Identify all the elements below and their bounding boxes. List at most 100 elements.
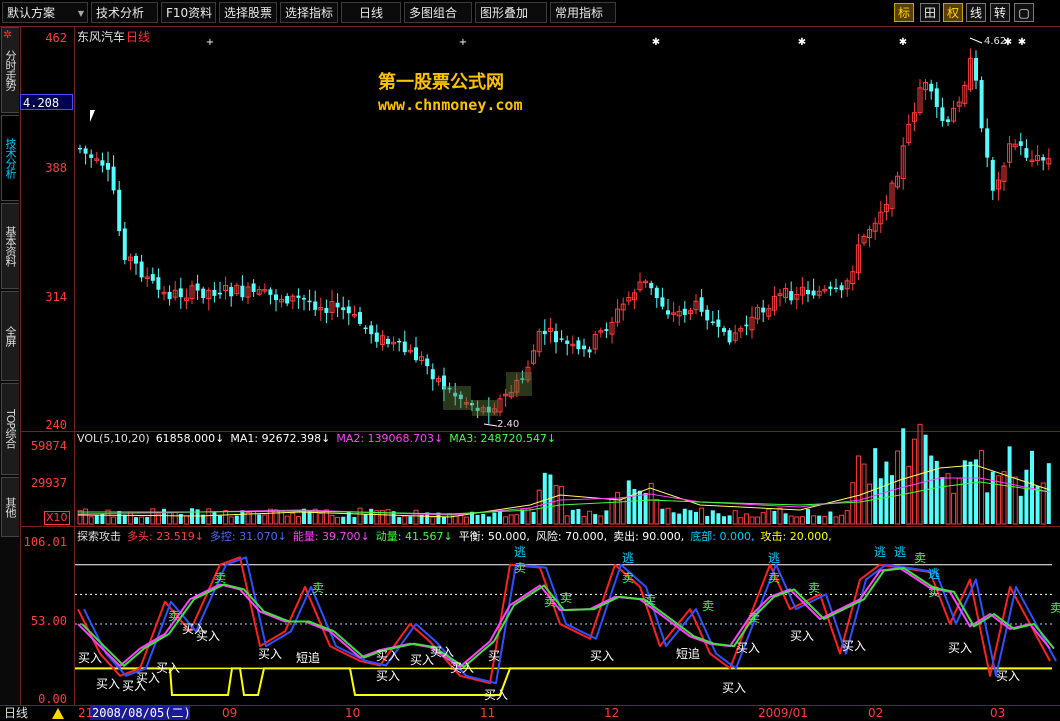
volume-bar-down: [923, 434, 928, 524]
buy-signal-label: 买入: [122, 679, 146, 693]
volume-bar-up: [323, 509, 329, 525]
candle-down: [946, 119, 950, 122]
candle-up: [379, 335, 385, 345]
candle-down: [346, 306, 351, 314]
candle-down: [150, 274, 155, 281]
volume-bar-up: [279, 510, 285, 525]
candle-up: [816, 290, 822, 296]
volume-bar-up: [172, 511, 178, 525]
volume-bar-up: [206, 508, 212, 525]
volume-bar-down: [817, 515, 822, 524]
volume-bar-down: [408, 516, 413, 524]
candle-up: [161, 291, 167, 295]
menu-select-stock[interactable]: 选择股票: [219, 2, 277, 23]
volume-bar-up: [788, 515, 794, 525]
candle-down: [156, 277, 161, 290]
menu-default-scheme[interactable]: 默认方案 ▼: [2, 2, 88, 23]
bottom-status-bar: 日线 2008/08/05(二) 21 09 10 11 12 2009/01 02 03: [0, 705, 1060, 721]
candle-down: [425, 358, 430, 367]
menu-tech-analysis[interactable]: 技术分析: [91, 2, 158, 23]
candle-down: [985, 128, 990, 158]
candle-up: [256, 289, 262, 295]
volume-bar-up: [1040, 482, 1046, 525]
volume-bar-down: [710, 510, 715, 524]
volume-bar-up: [743, 513, 749, 525]
stock-chart-canvas[interactable]: + + ✱ ✱ ✱ ✱ ✱买入买入 买入买入买入买入买入买入 短追 买入买入买入买入买入买买入买入…: [0, 0, 1060, 720]
volume-bar-down: [520, 509, 525, 524]
volume-bar-up: [379, 510, 385, 525]
candle-up: [822, 288, 828, 292]
switch-button[interactable]: 转: [990, 3, 1010, 22]
volume-bar-down: [705, 515, 710, 524]
candle-up: [609, 321, 615, 335]
period-tab[interactable]: 日线: [4, 706, 28, 721]
line-button[interactable]: 线: [966, 3, 986, 22]
volume-bar-up: [83, 508, 89, 525]
volume-bar-up: [699, 507, 705, 525]
candle-up: [911, 112, 917, 122]
candle-down: [106, 163, 110, 170]
volume-bar-up: [911, 438, 917, 525]
menu-multi-chart[interactable]: 多图组合: [404, 2, 472, 23]
top-marker-icon: ✱: [652, 37, 660, 48]
x-tick-label: 12: [604, 706, 620, 720]
volume-bar-down: [369, 508, 374, 524]
candle-up: [279, 298, 285, 303]
rights-button[interactable]: 权: [943, 3, 963, 22]
buy-signal-label: 买入: [376, 669, 400, 683]
escape-signal-label: 逃: [874, 545, 886, 559]
candle-down: [335, 302, 340, 308]
control-line: [83, 556, 1057, 685]
candle-up: [172, 289, 178, 298]
volume-bar-down: [162, 508, 166, 524]
tab-fullscreen[interactable]: 全屏: [1, 291, 19, 381]
candle-up: [626, 297, 632, 302]
candle-down: [990, 159, 995, 191]
mark-button[interactable]: 标: [894, 3, 914, 22]
volume-multiplier: X10: [44, 511, 70, 525]
candle-down: [470, 403, 474, 406]
volume-bar-up: [609, 497, 615, 525]
candle-up: [497, 398, 503, 413]
menu-select-indicator[interactable]: 选择指标: [280, 2, 338, 23]
volume-bar-down: [694, 511, 698, 524]
candle-up: [508, 391, 514, 398]
settings-star-icon[interactable]: ✲: [3, 28, 12, 41]
volume-bar-up: [1001, 471, 1007, 525]
candle-down: [430, 369, 435, 380]
tab-technical[interactable]: 技术分析: [1, 115, 19, 201]
candle-up: [771, 295, 777, 311]
candle-down: [167, 291, 172, 300]
menu-daily[interactable]: 日线: [341, 2, 401, 23]
candle-up: [671, 312, 677, 315]
volume-bar-up: [374, 510, 380, 525]
volume-bar-up: [77, 510, 83, 525]
window-button[interactable]: ▢: [1014, 3, 1034, 22]
grid-button[interactable]: 田: [920, 3, 940, 22]
volume-bar-down: [1024, 469, 1029, 524]
volume-bar-up: [413, 509, 419, 525]
candle-up: [637, 281, 643, 291]
volume-bar-down: [890, 475, 894, 524]
volume-bar-up: [1012, 476, 1018, 525]
volume-bar-up: [105, 509, 111, 525]
escape-signal-label: 逃: [514, 545, 526, 559]
volume-bar-up: [794, 516, 800, 525]
buy-signal-label: 买入: [96, 677, 120, 691]
volume-bar-down: [722, 516, 726, 524]
candle-up: [755, 307, 761, 320]
price-tick-240: 240: [45, 418, 67, 432]
triangle-up-icon[interactable]: [52, 708, 64, 719]
menu-f10[interactable]: F10资料: [161, 2, 216, 23]
menu-overlay[interactable]: 图形叠加: [475, 2, 547, 23]
candle-up: [749, 316, 755, 331]
menu-common-indicators[interactable]: 常用指标: [550, 2, 616, 23]
volume-bar-up: [503, 516, 509, 525]
candle-down: [307, 300, 312, 303]
volume-bar-up: [452, 515, 458, 525]
volume-bar-down: [660, 508, 665, 524]
tab-fundamentals[interactable]: 基本资料: [1, 203, 19, 289]
volume-header-item: MA1: 92672.398↓: [230, 432, 331, 445]
volume-bar-down: [1030, 450, 1034, 524]
volume-bar-up: [648, 482, 654, 525]
